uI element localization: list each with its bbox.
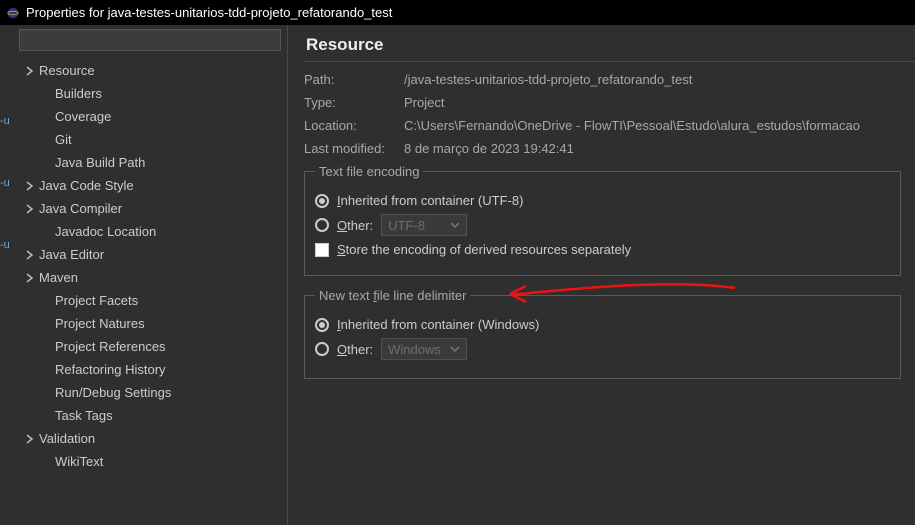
sidebar-item-java-code-style[interactable]: Java Code Style (13, 174, 287, 197)
encoding-store-row[interactable]: Store the encoding of derived resources … (315, 242, 890, 257)
chevron-right-icon[interactable] (23, 434, 37, 444)
encoding-combo[interactable]: UTF-8 (381, 214, 467, 236)
radio-icon[interactable] (315, 194, 329, 208)
chevron-right-icon[interactable] (23, 204, 37, 214)
sidebar-item-label: Task Tags (55, 408, 113, 423)
radio-icon[interactable] (315, 218, 329, 232)
sidebar-item-git[interactable]: Git (13, 128, 287, 151)
path-value: /java-testes-unitarios-tdd-projeto_refat… (404, 72, 915, 87)
path-label: Path: (304, 72, 404, 87)
radio-icon[interactable] (315, 342, 329, 356)
window-title: Properties for java-testes-unitarios-tdd… (26, 5, 392, 20)
combo-value: Windows (388, 342, 441, 357)
sidebar-item-label: Resource (39, 63, 95, 78)
sidebar-item-label: Project Facets (55, 293, 138, 308)
sidebar-item-label: Java Build Path (55, 155, 145, 170)
radio-icon[interactable] (315, 318, 329, 332)
sidebar-item-label: Run/Debug Settings (55, 385, 171, 400)
titlebar: Properties for java-testes-unitarios-tdd… (0, 0, 915, 25)
sidebar-item-validation[interactable]: Validation (13, 427, 287, 450)
encoding-inherited-label: Inherited from container (UTF-8) (337, 193, 523, 208)
divider (304, 61, 915, 62)
sidebar-item-project-references[interactable]: Project References (13, 335, 287, 358)
sidebar-item-resource[interactable]: Resource (13, 59, 287, 82)
delimiter-other-row[interactable]: Other: Windows (315, 338, 890, 360)
sidebar-item-label: Coverage (55, 109, 111, 124)
sidebar-item-java-compiler[interactable]: Java Compiler (13, 197, 287, 220)
chevron-right-icon[interactable] (23, 181, 37, 191)
chevron-down-icon (450, 342, 460, 357)
encoding-group: Text file encoding Inherited from contai… (304, 164, 901, 276)
sidebar-item-label: Maven (39, 270, 78, 285)
encoding-store-label: Store the encoding of derived resources … (337, 242, 631, 257)
sidebar-item-refactoring-history[interactable]: Refactoring History (13, 358, 287, 381)
chevron-down-icon (450, 218, 460, 233)
checkbox-icon[interactable] (315, 243, 329, 257)
chevron-right-icon[interactable] (23, 273, 37, 283)
sidebar-item-run-debug-settings[interactable]: Run/Debug Settings (13, 381, 287, 404)
sidebar-item-label: Java Code Style (39, 178, 134, 193)
sidebar-item-project-facets[interactable]: Project Facets (13, 289, 287, 312)
resource-info: Path: /java-testes-unitarios-tdd-projeto… (304, 72, 915, 156)
modified-value: 8 de março de 2023 19:42:41 (404, 141, 915, 156)
sidebar-item-maven[interactable]: Maven (13, 266, 287, 289)
location-label: Location: (304, 118, 404, 133)
sidebar-item-java-build-path[interactable]: Java Build Path (13, 151, 287, 174)
sidebar-item-label: Java Editor (39, 247, 104, 262)
sidebar-item-label: Validation (39, 431, 95, 446)
sidebar: Resource Builders Coverage Git Java Buil… (13, 25, 288, 525)
delimiter-combo[interactable]: Windows (381, 338, 467, 360)
delimiter-legend: New text file line delimiter (315, 288, 470, 303)
sidebar-item-wikitext[interactable]: WikiText (13, 450, 287, 473)
sidebar-item-task-tags[interactable]: Task Tags (13, 404, 287, 427)
type-value: Project (404, 95, 915, 110)
encoding-other-row[interactable]: Other: UTF-8 (315, 214, 890, 236)
page-title: Resource (304, 35, 915, 55)
sidebar-item-label: Javadoc Location (55, 224, 156, 239)
sidebar-item-builders[interactable]: Builders (13, 82, 287, 105)
delimiter-group: New text file line delimiter Inherited f… (304, 288, 901, 379)
sidebar-item-label: Project Natures (55, 316, 145, 331)
sidebar-item-java-editor[interactable]: Java Editor (13, 243, 287, 266)
main-panel: Resource Path: /java-testes-unitarios-td… (288, 25, 915, 525)
sidebar-item-label: WikiText (55, 454, 103, 469)
chevron-right-icon[interactable] (23, 66, 37, 76)
sidebar-item-coverage[interactable]: Coverage (13, 105, 287, 128)
modified-label: Last modified: (304, 141, 404, 156)
delimiter-other-label: Other: (337, 342, 373, 357)
category-tree: Resource Builders Coverage Git Java Buil… (13, 57, 287, 525)
eclipse-icon (6, 6, 20, 20)
sidebar-item-label: Project References (55, 339, 166, 354)
sidebar-item-javadoc-location[interactable]: Javadoc Location (13, 220, 287, 243)
encoding-inherited-row[interactable]: Inherited from container (UTF-8) (315, 193, 890, 208)
filter-input[interactable] (19, 29, 281, 51)
sidebar-item-label: Java Compiler (39, 201, 122, 216)
sidebar-item-label: Git (55, 132, 72, 147)
sidebar-item-label: Refactoring History (55, 362, 166, 377)
sidebar-item-label: Builders (55, 86, 102, 101)
chevron-right-icon[interactable] (23, 250, 37, 260)
encoding-other-label: Other: (337, 218, 373, 233)
location-value: C:\Users\Fernando\OneDrive - FlowTI\Pess… (404, 118, 915, 133)
sidebar-item-project-natures[interactable]: Project Natures (13, 312, 287, 335)
left-edge-strip: -u-u-u (0, 25, 13, 525)
delimiter-inherited-row[interactable]: Inherited from container (Windows) (315, 317, 890, 332)
delimiter-inherited-label: Inherited from container (Windows) (337, 317, 539, 332)
type-label: Type: (304, 95, 404, 110)
combo-value: UTF-8 (388, 218, 425, 233)
encoding-legend: Text file encoding (315, 164, 423, 179)
